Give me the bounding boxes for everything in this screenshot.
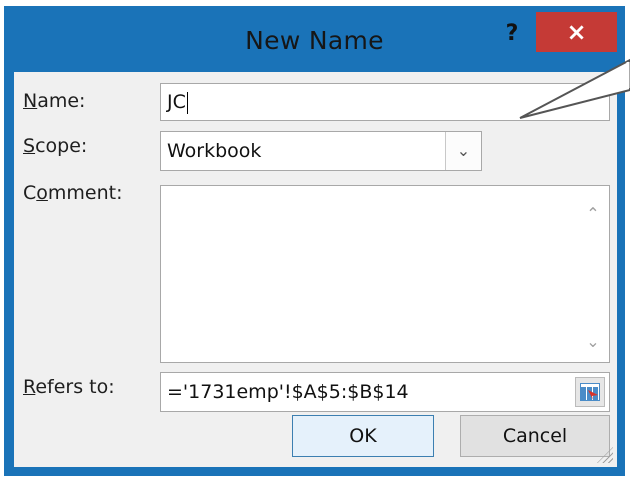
- scope-label: Scope:: [23, 135, 88, 157]
- chevron-up-icon[interactable]: ⌃: [583, 204, 603, 224]
- range-select-icon[interactable]: [575, 377, 605, 407]
- title-bar[interactable]: New Name ? ×: [4, 6, 625, 78]
- name-label: Name:: [23, 90, 86, 112]
- scope-select[interactable]: Workbook ⌄: [160, 131, 482, 171]
- scope-select-value: Workbook: [167, 140, 262, 162]
- dialog-client-area: Name: JC Scope: Workbook ⌄ Comment: ⌃ ⌄ …: [14, 72, 617, 467]
- name-input-value: JC: [167, 91, 186, 113]
- comment-textarea[interactable]: ⌃ ⌄: [160, 185, 610, 363]
- refers-to-input[interactable]: ='1731emp'!$A$5:$B$14: [160, 372, 610, 412]
- close-button[interactable]: ×: [536, 12, 617, 52]
- new-name-dialog: New Name ? × Name: JC Scope: Workbook ⌄ …: [4, 6, 625, 476]
- chevron-down-icon[interactable]: ⌄: [445, 132, 481, 170]
- chevron-down-icon[interactable]: ⌄: [583, 332, 603, 352]
- comment-label: Comment:: [23, 182, 123, 204]
- help-button[interactable]: ?: [494, 16, 530, 52]
- refers-to-label: Refers to:: [23, 376, 115, 398]
- text-caret: [186, 91, 188, 114]
- screenshot-frame: New Name ? × Name: JC Scope: Workbook ⌄ …: [0, 0, 630, 482]
- ok-button[interactable]: OK: [292, 415, 434, 457]
- name-input[interactable]: JC: [160, 83, 610, 121]
- dialog-title: New Name: [245, 26, 384, 55]
- cancel-button[interactable]: Cancel: [460, 415, 610, 457]
- refers-to-value: ='1731emp'!$A$5:$B$14: [167, 381, 409, 403]
